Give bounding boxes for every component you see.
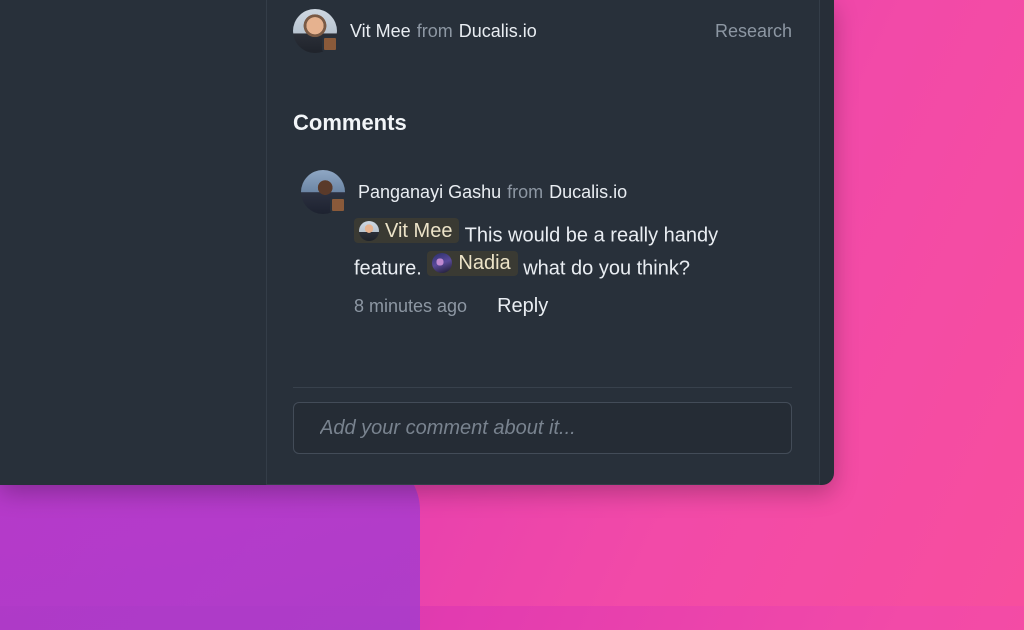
author-avatar[interactable] [293, 9, 338, 53]
from-label: from [416, 20, 453, 41]
idea-detail-pane: Vit Mee from Ducalis.io Research Comment… [266, 0, 820, 485]
from-label: from [507, 181, 544, 202]
post-author-row: Vit Mee from Ducalis.io Research [293, 8, 792, 54]
comment-text: what do you think? [523, 257, 690, 279]
commenter-org: Ducalis.io [549, 181, 628, 202]
comment-item: Panganayi Gashu from Ducalis.io Vit Mee … [301, 170, 771, 318]
mention-name: Nadia [458, 252, 511, 274]
divider [293, 387, 792, 388]
comment-input[interactable] [293, 402, 792, 454]
comment-meta: 8 minutes ago Reply [354, 295, 771, 318]
post-author-name[interactable]: Vit Mee [350, 21, 411, 42]
reply-button[interactable]: Reply [497, 295, 548, 318]
org-badge-icon [330, 197, 346, 213]
mention-chip[interactable]: Vit Mee [354, 218, 460, 243]
mention-avatar [359, 220, 379, 241]
post-author-org: Ducalis.io [458, 20, 537, 41]
commenter-name[interactable]: Panganayi Gashu [358, 182, 501, 203]
comment-header: Panganayi Gashu from Ducalis.io [301, 170, 771, 214]
comments-heading: Comments [293, 110, 407, 135]
app-window: Vit Mee from Ducalis.io Research Comment… [0, 0, 834, 485]
mention-chip[interactable]: Nadia [427, 250, 518, 276]
mention-name: Vit Mee [385, 219, 453, 242]
org-badge-icon [322, 36, 338, 52]
comment-body: Vit Mee This would be a really handy fea… [354, 218, 774, 283]
category-label[interactable]: Research [715, 21, 792, 42]
mention-avatar [432, 253, 453, 273]
left-pane [0, 0, 266, 485]
comment-timestamp: 8 minutes ago [354, 296, 468, 316]
commenter-avatar[interactable] [301, 170, 346, 214]
